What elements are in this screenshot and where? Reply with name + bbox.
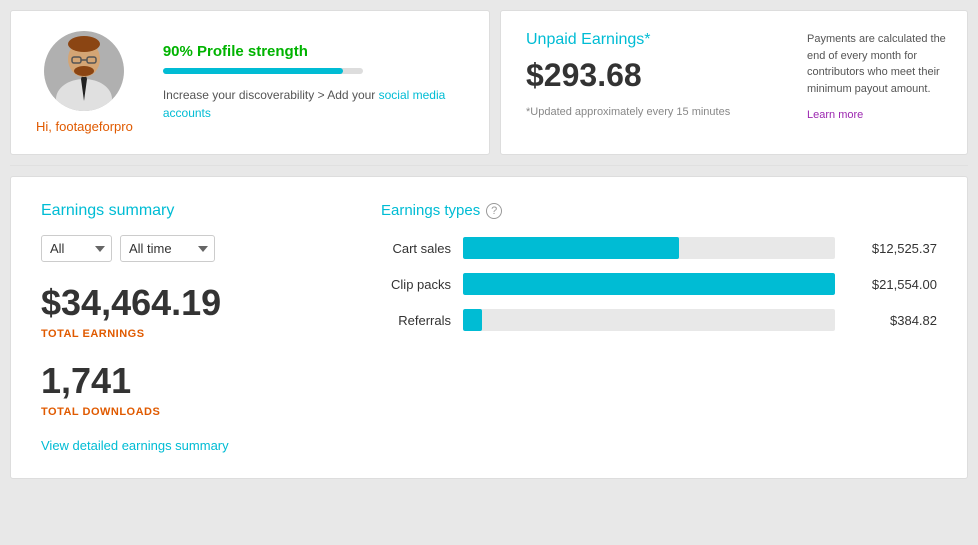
bar-row: Cart sales $12,525.37 [381, 237, 937, 259]
payments-info: Payments are calculated the end of every… [807, 31, 947, 124]
bar-row: Referrals $384.82 [381, 309, 937, 331]
bar-fill [463, 273, 835, 295]
bar-value: $384.82 [847, 313, 937, 328]
left-panel: Earnings summary All Photos Videos All t… [41, 202, 341, 453]
avatar [44, 31, 124, 111]
bar-row: Clip packs $21,554.00 [381, 273, 937, 295]
bottom-section: Earnings summary All Photos Videos All t… [10, 176, 968, 479]
bar-track [463, 273, 835, 295]
unpaid-earnings-card: Unpaid Earnings* $293.68 *Updated approx… [500, 10, 968, 155]
earnings-summary-title: Earnings summary [41, 202, 341, 220]
profile-strength-bar-fill [163, 68, 343, 74]
filter-select-time[interactable]: All time This month Last month This year [120, 235, 215, 262]
bars-container: Cart sales $12,525.37 Clip packs $21,554.00… [381, 237, 937, 331]
bar-fill [463, 309, 482, 331]
filter-select-category[interactable]: All Photos Videos [41, 235, 112, 262]
bar-fill [463, 237, 679, 259]
total-earnings-label: TOTAL EARNINGS [41, 328, 341, 340]
bar-label: Referrals [381, 313, 451, 328]
discoverability-text: Increase your discoverability > Add your… [163, 86, 464, 122]
earnings-types-help-icon[interactable]: ? [486, 203, 502, 219]
profile-strength-section: 90% Profile strength Increase your disco… [163, 43, 464, 122]
avatar-section: Hi, footageforpro [36, 31, 133, 134]
earnings-types-title: Earnings types ? [381, 202, 937, 219]
section-divider [10, 165, 968, 166]
username-label: Hi, footageforpro [36, 119, 133, 134]
view-detailed-link[interactable]: View detailed earnings summary [41, 438, 229, 453]
total-downloads-amount: 1,741 [41, 360, 341, 402]
profile-strength-bar-bg [163, 68, 363, 74]
bar-label: Clip packs [381, 277, 451, 292]
bar-label: Cart sales [381, 241, 451, 256]
total-downloads-label: TOTAL DOWNLOADS [41, 406, 341, 418]
bar-value: $12,525.37 [847, 241, 937, 256]
bar-track [463, 309, 835, 331]
strength-label: 90% Profile strength [163, 43, 464, 60]
filter-row: All Photos Videos All time This month La… [41, 235, 341, 262]
learn-more-link[interactable]: Learn more [807, 107, 947, 124]
total-earnings-amount: $34,464.19 [41, 282, 341, 324]
profile-card: Hi, footageforpro 90% Profile strength I… [10, 10, 490, 155]
bar-track [463, 237, 835, 259]
right-panel: Earnings types ? Cart sales $12,525.37 Cli… [381, 202, 937, 453]
bar-value: $21,554.00 [847, 277, 937, 292]
